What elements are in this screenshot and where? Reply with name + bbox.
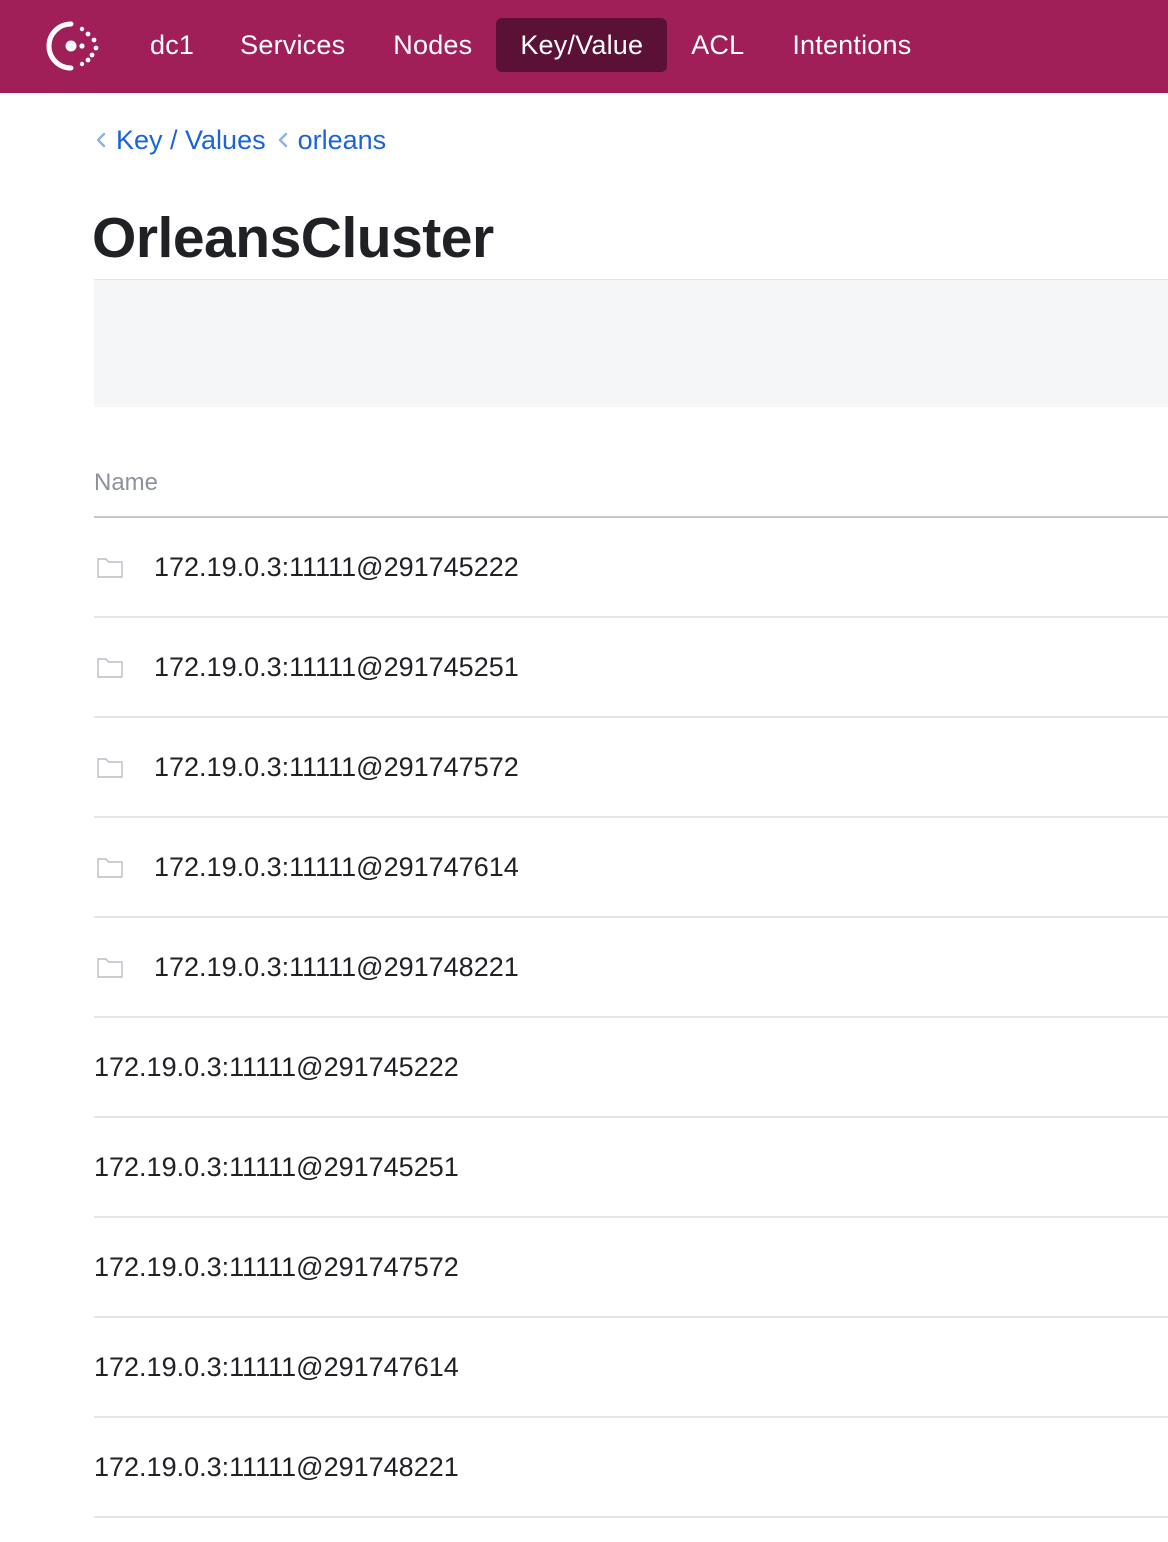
folder-icon [97, 558, 123, 578]
folder-icon [97, 658, 123, 678]
breadcrumb-label: Key / Values [116, 124, 266, 155]
row-name: 172.19.0.3:11111@291747614 [154, 851, 519, 882]
row-name: 172.19.0.3:11111@291745251 [154, 651, 519, 682]
folder-icon [97, 958, 123, 978]
table-row-folder[interactable]: 172.19.0.3:11111@291747572 [94, 718, 1168, 818]
chevron-left-icon [96, 132, 106, 148]
chevron-left-icon [278, 132, 287, 148]
table-row-key[interactable]: 172.19.0.3:11111@291748221 [94, 1418, 1168, 1518]
row-name: 172.19.0.3:11111@291748221 [94, 1451, 459, 1482]
table-row-key[interactable]: 172.19.0.3:11111@291747572 [94, 1218, 1168, 1318]
table-row-key[interactable]: 172.19.0.3:11111@291745251 [94, 1118, 1168, 1218]
row-name: 172.19.0.3:11111@291745222 [154, 551, 519, 582]
breadcrumb: Key / Values orleans [94, 120, 396, 160]
main-nav: dc1 Services Nodes Key/Value ACL Intenti… [128, 18, 935, 72]
row-name: 172.19.0.3:11111@291748221 [154, 951, 519, 982]
consul-logo-icon[interactable] [44, 20, 102, 72]
nav-item-acl[interactable]: ACL [667, 18, 768, 72]
kv-table: Name 172.19.0.3:11111@291745222 172.19.0… [94, 450, 1168, 1518]
row-name: 172.19.0.3:11111@291745222 [94, 1051, 459, 1082]
table-row-folder[interactable]: 172.19.0.3:11111@291748221 [94, 918, 1168, 1018]
row-name: 172.19.0.3:11111@291747614 [94, 1351, 459, 1382]
breadcrumb-key-values[interactable]: Key / Values [94, 125, 266, 156]
table-row-folder[interactable]: 172.19.0.3:11111@291745251 [94, 618, 1168, 718]
nav-item-key-value[interactable]: Key/Value [496, 18, 668, 72]
page-title: OrleansCluster [92, 206, 494, 270]
filter-bar [94, 280, 1168, 407]
datacenter-selector[interactable]: dc1 [128, 18, 216, 72]
column-header-name: Name [94, 469, 159, 496]
table-row-key[interactable]: 172.19.0.3:11111@291745222 [94, 1018, 1168, 1118]
table-row-folder[interactable]: 172.19.0.3:11111@291747614 [94, 818, 1168, 918]
row-name: 172.19.0.3:11111@291747572 [94, 1251, 459, 1282]
folder-icon [97, 758, 123, 778]
row-name: 172.19.0.3:11111@291747572 [154, 751, 519, 782]
nav-item-services[interactable]: Services [216, 18, 369, 72]
folder-icon [97, 858, 123, 878]
breadcrumb-orleans[interactable]: orleans [276, 124, 387, 156]
breadcrumb-label: orleans [297, 124, 387, 155]
table-header: Name [94, 450, 1168, 518]
nav-item-nodes[interactable]: Nodes [369, 18, 496, 72]
top-navigation-bar: dc1 Services Nodes Key/Value ACL Intenti… [0, 0, 1168, 93]
row-name: 172.19.0.3:11111@291745251 [94, 1151, 459, 1182]
nav-item-intentions[interactable]: Intentions [768, 18, 935, 72]
table-row-folder[interactable]: 172.19.0.3:11111@291745222 [94, 518, 1168, 618]
table-row-key[interactable]: 172.19.0.3:11111@291747614 [94, 1318, 1168, 1418]
